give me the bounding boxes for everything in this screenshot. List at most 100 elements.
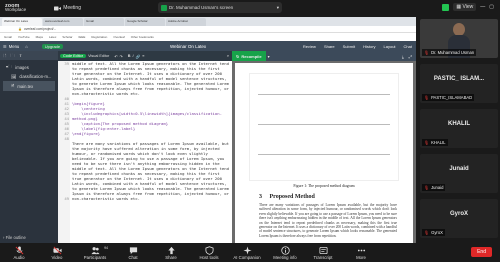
share-button[interactable]: Share bbox=[152, 246, 190, 260]
new-folder-icon[interactable]: 🗀 bbox=[11, 53, 15, 58]
more-button[interactable]: More bbox=[342, 246, 380, 260]
code-line[interactable]: middle of text. All the Lorem Ipsum gene… bbox=[72, 61, 230, 96]
section-number: 3 bbox=[259, 194, 262, 200]
host-tools-button[interactable]: Host tools bbox=[190, 245, 228, 260]
italic-icon[interactable]: I bbox=[132, 54, 133, 58]
bookmark-item[interactable]: Registration bbox=[91, 35, 107, 39]
review-button[interactable]: Review bbox=[303, 44, 316, 49]
code-editor-toggle[interactable]: Code Editor bbox=[60, 54, 87, 58]
link-icon[interactable]: 🔗 bbox=[136, 54, 141, 59]
redo-icon[interactable]: ↷ bbox=[120, 54, 123, 59]
chat-button[interactable]: Chat bbox=[404, 44, 412, 49]
figure-caption: Figure 1: The proposed method diagram bbox=[293, 184, 355, 188]
file-tree-item[interactable]: 🗎 main.tex bbox=[3, 81, 55, 91]
download-icon[interactable]: ⤓ bbox=[402, 54, 404, 59]
muted-mic-icon: 🎙 bbox=[424, 140, 430, 145]
home-icon[interactable]: ⌂ bbox=[25, 44, 28, 49]
maximize-icon[interactable]: ▢ bbox=[489, 4, 494, 10]
host-tools-label: Host tools bbox=[199, 254, 219, 260]
participant-name: GyroX bbox=[431, 230, 443, 235]
meeting-tab[interactable]: Meeting bbox=[54, 5, 81, 11]
participant-tile[interactable]: Junaid 🎙 Junaid bbox=[420, 154, 498, 193]
address-bar[interactable]: 🔒 overleaf.com/project/... bbox=[0, 26, 416, 33]
participant-tile[interactable]: GyroX 🎙 GyroX bbox=[420, 199, 498, 238]
more-dots-icon bbox=[357, 249, 365, 251]
chevron-down-icon[interactable]: ▾ bbox=[268, 54, 270, 59]
file-tree-item[interactable]: 🖼 classification-m... bbox=[3, 72, 55, 81]
bookmark-item[interactable]: YouTube bbox=[18, 35, 30, 39]
muted-mic-icon: 🎙 bbox=[424, 50, 430, 55]
browser-tab[interactable]: Google Scholar bbox=[125, 18, 165, 26]
code-line[interactable]: \includegraphics[width=0.5\linewidth]{im… bbox=[72, 111, 230, 121]
expand-icon[interactable]: ⤢ bbox=[409, 54, 412, 59]
upgrade-button[interactable]: Upgrade bbox=[41, 43, 64, 49]
file-name: images bbox=[15, 64, 29, 70]
video-off-icon bbox=[52, 246, 62, 254]
pdf-preview: Figure 1: The proposed method diagram 3 … bbox=[232, 61, 416, 243]
menu-icon[interactable]: ☰ bbox=[3, 44, 7, 49]
meeting-controls-bar: Audio Video 94 Participants Chat Share H… bbox=[0, 243, 500, 262]
video-button[interactable]: Video bbox=[38, 246, 76, 260]
share-project-button[interactable]: Share bbox=[324, 44, 335, 49]
transcript-label: Transcript bbox=[313, 254, 333, 260]
visual-editor-toggle[interactable]: Visual Editor bbox=[88, 54, 109, 58]
video-label: Video bbox=[51, 254, 63, 260]
file-name: main.tex bbox=[17, 83, 34, 89]
new-file-icon[interactable]: 🗋 bbox=[3, 53, 6, 58]
security-shield-icon[interactable] bbox=[442, 3, 450, 11]
view-button[interactable]: ▦ View bbox=[453, 3, 477, 11]
end-meeting-button[interactable]: End bbox=[471, 247, 492, 257]
bookmark-item[interactable]: Scholar bbox=[62, 35, 72, 39]
list-icon[interactable]: ≡ bbox=[142, 54, 144, 58]
meeting-info-label: Meeting info bbox=[273, 254, 297, 260]
participant-tile[interactable]: PASTIC_ ISLAM... 🎙 PASTIC_ISLAMABAD bbox=[420, 64, 498, 103]
upload-icon[interactable]: ⇪ bbox=[19, 53, 23, 58]
chat-button[interactable]: Chat bbox=[114, 246, 152, 260]
file-outline-toggle[interactable]: › File outline bbox=[3, 235, 26, 240]
browser-tab[interactable]: Webinar On Latex bbox=[2, 18, 42, 26]
share-screen-icon bbox=[167, 246, 175, 254]
code-editor[interactable]: 39 40 41 42 43 44 45 46 47 48 49 middle of text. A… bbox=[58, 61, 232, 243]
code-line[interactable]: There are many variations of passages of… bbox=[72, 141, 230, 201]
layout-button[interactable]: Layout bbox=[384, 44, 396, 49]
bookmark-item[interactable]: Latex bbox=[49, 35, 56, 39]
bookmark-item[interactable]: IEEE bbox=[79, 35, 86, 39]
bookmark-item[interactable]: Other bookmarks bbox=[131, 35, 154, 39]
project-title[interactable]: Webinar On Latex bbox=[170, 44, 206, 49]
browser-tab[interactable]: www.overleaf.com bbox=[43, 18, 83, 26]
recompile-label: Recompile bbox=[241, 53, 262, 59]
participant-tile[interactable]: KHALIL 🎙 KHALIL bbox=[420, 109, 498, 148]
ai-companion-button[interactable]: AI Companion bbox=[228, 245, 266, 260]
transcript-button[interactable]: Transcript bbox=[304, 246, 342, 260]
bold-icon[interactable]: B bbox=[128, 54, 131, 58]
file-list: ▾🗀 images 🖼 classification-m... 🗎 main.tex bbox=[3, 62, 55, 91]
bookmark-item[interactable]: Maps bbox=[36, 35, 43, 39]
zoom-logo-subtext: Workplace bbox=[5, 7, 27, 12]
code-content[interactable]: middle of text. All the Lorem Ipsum gene… bbox=[72, 61, 230, 201]
audio-button[interactable]: Audio bbox=[0, 245, 38, 260]
undo-icon[interactable]: ↶ bbox=[114, 54, 117, 59]
submit-button[interactable]: Submit bbox=[343, 44, 355, 49]
bookmark-item[interactable]: Gmail bbox=[4, 35, 12, 39]
browser-tab[interactable]: Gmail bbox=[84, 18, 124, 26]
menu-label[interactable]: Menu bbox=[9, 44, 19, 49]
recompile-button[interactable]: ↻ Recompile bbox=[232, 51, 266, 61]
shield-icon bbox=[204, 245, 214, 255]
bookmark-item[interactable]: Overleaf bbox=[113, 35, 124, 39]
screen-share-indicator[interactable]: Dr. Muhammad Usman's screen ▾ bbox=[158, 2, 282, 13]
participants-button[interactable]: 94 Participants bbox=[76, 246, 114, 260]
minimize-icon[interactable]: — bbox=[480, 4, 485, 10]
participant-tile[interactable]: 🎙 Dr. Muhammad Usman bbox=[420, 19, 498, 58]
history-button[interactable]: History bbox=[363, 44, 375, 49]
share-screen-icon bbox=[161, 4, 167, 11]
participant-name: Junaid bbox=[431, 185, 444, 190]
muted-mic-icon: 🎙 bbox=[424, 230, 430, 235]
file-tree-item[interactable]: ▾🗀 images bbox=[3, 62, 55, 72]
folder-icon: ▾🗀 bbox=[6, 63, 13, 69]
meeting-info-button[interactable]: Meeting info bbox=[266, 245, 304, 260]
video-camera-icon bbox=[54, 6, 62, 10]
search-icon[interactable]: ⌕ bbox=[227, 54, 229, 58]
browser-tab[interactable]: Adobe Acrobat bbox=[166, 18, 206, 26]
url-text: overleaf.com/project/... bbox=[23, 27, 57, 31]
view-label: View bbox=[462, 4, 474, 10]
